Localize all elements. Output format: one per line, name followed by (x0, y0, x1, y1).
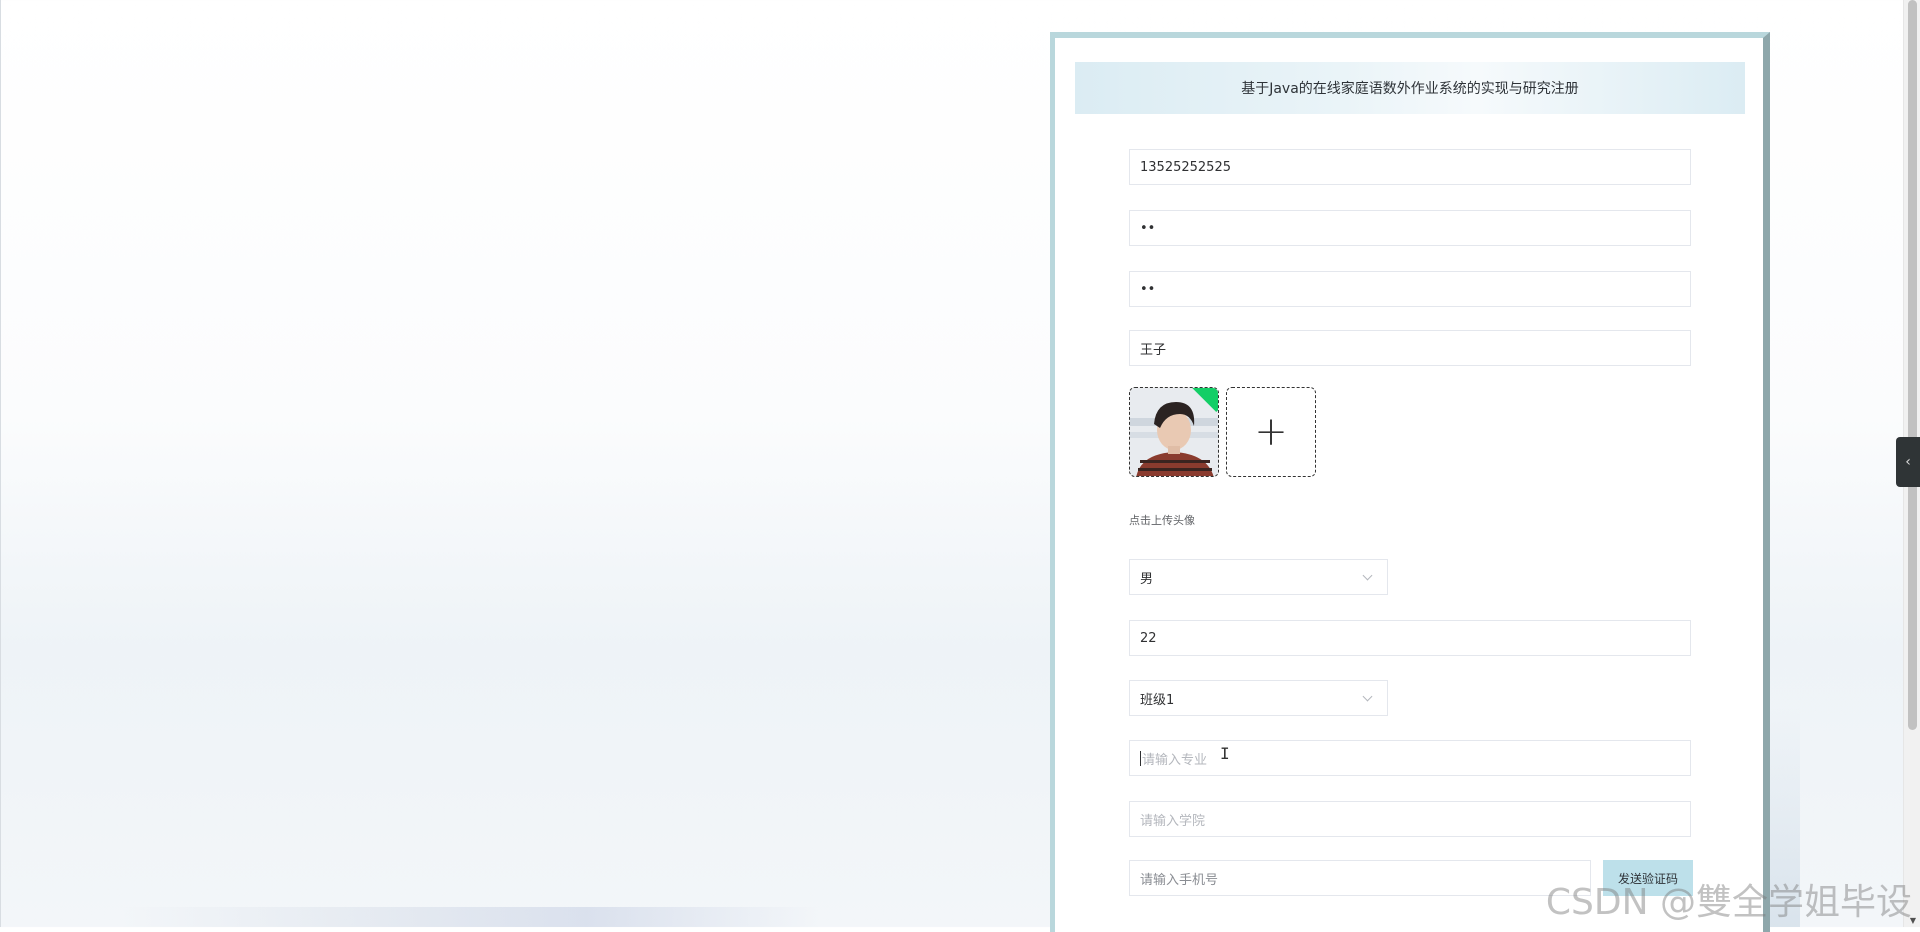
register-title: 基于Java的在线家庭语数外作业系统的实现与研究注册 (1075, 62, 1745, 114)
page-left-border (0, 0, 1, 927)
mouse-ibeam-cursor: I (1220, 744, 1230, 763)
gender-value: 男 (1140, 571, 1154, 587)
major-placeholder: 请输入专业 (1142, 752, 1208, 768)
chevron-down-icon (1362, 691, 1373, 701)
avatar-thumbnail[interactable] (1129, 387, 1219, 477)
chevron-down-icon (1362, 570, 1373, 580)
account-input[interactable]: 13525252525 (1129, 149, 1691, 185)
class-value: 班级1 (1140, 692, 1175, 708)
csdn-watermark: CSDN @雙全学姐毕设 (1545, 882, 1912, 923)
scrollbar-thumb[interactable] (1908, 0, 1917, 730)
chevron-left-icon: ‹ (1905, 454, 1911, 470)
name-input[interactable]: 王子 (1129, 330, 1691, 366)
confirm-password-input[interactable]: •• (1129, 271, 1691, 307)
upload-avatar-button[interactable]: + (1226, 387, 1316, 477)
side-panel-toggle[interactable]: ‹ (1896, 437, 1920, 487)
class-select[interactable]: 班级1 (1129, 680, 1388, 716)
gender-select[interactable]: 男 (1129, 559, 1388, 595)
avatar-upload-tip: 点击上传头像 (1129, 514, 1195, 527)
background-city-silhouette (120, 907, 820, 927)
age-input[interactable]: 22 (1129, 620, 1691, 656)
register-panel: 基于Java的在线家庭语数外作业系统的实现与研究注册 13525252525 •… (1050, 32, 1770, 932)
college-input[interactable]: 请输入学院 (1129, 801, 1691, 837)
password-input[interactable]: •• (1129, 210, 1691, 246)
major-input[interactable]: 请输入专业 (1129, 740, 1691, 776)
phone-input[interactable]: 请输入手机号 (1129, 860, 1591, 896)
text-caret (1140, 750, 1141, 766)
plus-icon: + (1254, 409, 1288, 455)
